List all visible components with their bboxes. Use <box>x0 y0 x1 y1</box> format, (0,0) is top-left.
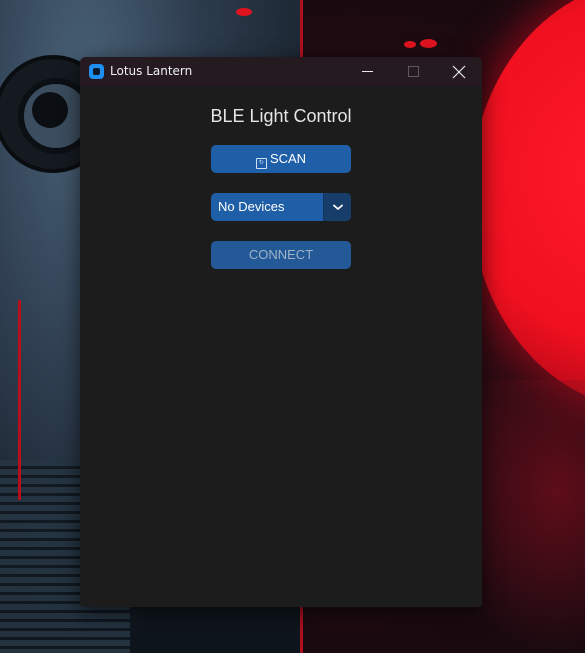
app-icon <box>89 64 104 79</box>
wallpaper-splatter <box>420 39 437 48</box>
close-icon <box>452 65 466 79</box>
wallpaper-eye-core <box>32 92 68 128</box>
window-title: Lotus Lantern <box>110 64 193 78</box>
title-bar[interactable]: Lotus Lantern <box>80 57 482 86</box>
chevron-down-icon <box>333 204 343 210</box>
scan-button-label: SCAN <box>269 151 307 166</box>
minimize-button[interactable] <box>344 57 390 86</box>
maximize-button[interactable] <box>390 57 436 86</box>
wallpaper-red-outline <box>18 300 21 500</box>
main-content: BLE Light Control ↻ SCAN No Devices CONNE… <box>80 86 482 607</box>
wallpaper-splatter <box>236 8 252 16</box>
device-select[interactable]: No Devices <box>211 193 351 221</box>
close-button[interactable] <box>436 57 482 86</box>
wallpaper-red-sun <box>470 0 585 410</box>
app-window: Lotus Lantern BLE Light Control ↻ SCAN No… <box>80 57 482 607</box>
connect-button-label: CONNECT <box>248 247 314 262</box>
scan-button[interactable]: ↻ SCAN <box>211 145 351 173</box>
device-select-value: No Devices <box>218 199 285 214</box>
page-title: BLE Light Control <box>210 106 352 126</box>
connect-button[interactable]: CONNECT <box>211 241 351 269</box>
device-select-dropdown-button[interactable] <box>323 193 351 221</box>
scan-icon: ↻ <box>255 158 267 169</box>
wallpaper-splatter <box>404 41 416 48</box>
